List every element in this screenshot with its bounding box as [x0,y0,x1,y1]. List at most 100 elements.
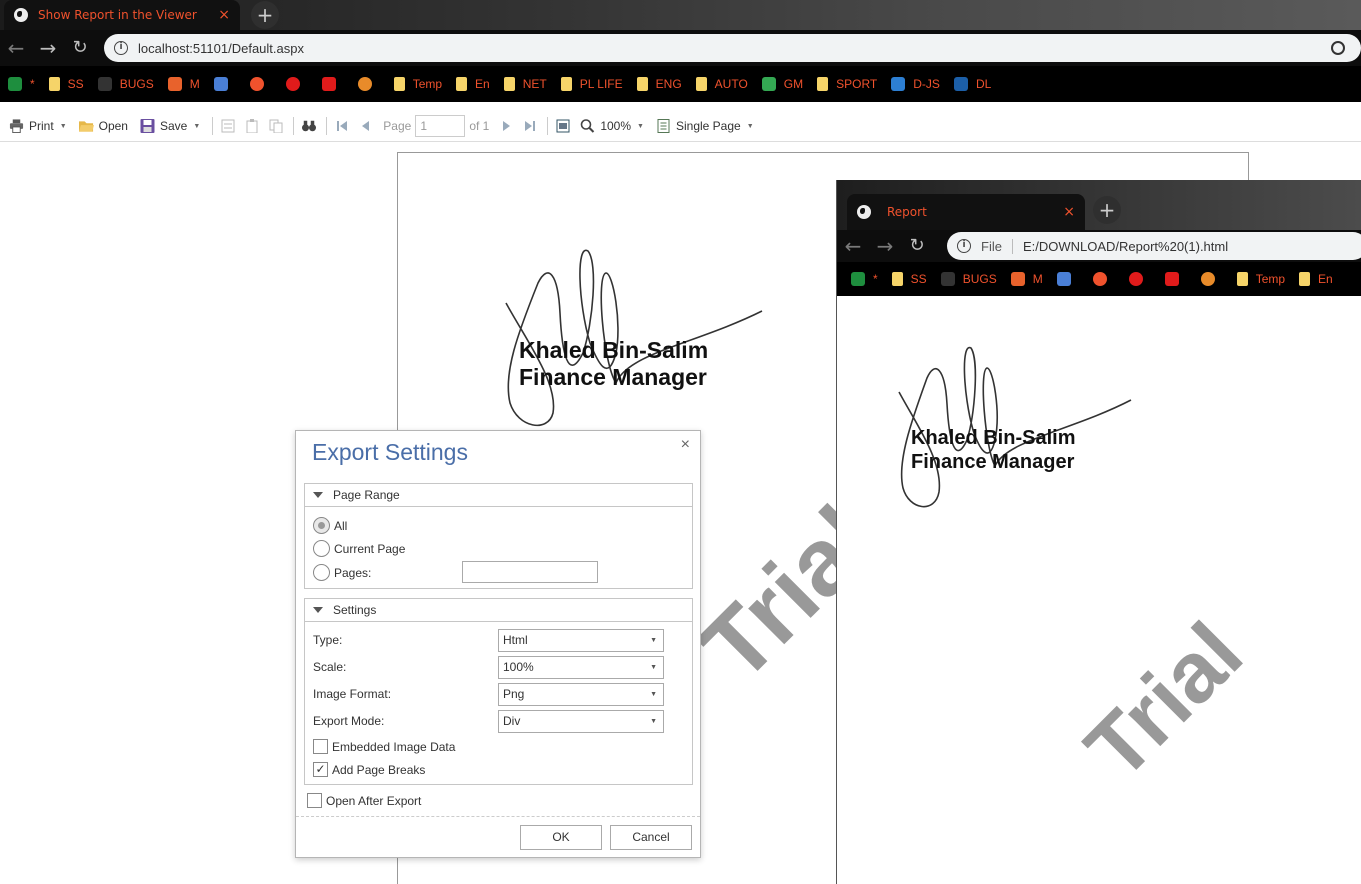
bookmark-item[interactable]: Temp [1236,272,1285,286]
back-arrow-icon[interactable]: ← [837,230,869,262]
tab-close-button[interactable]: × [218,7,230,23]
bookmark-item[interactable]: PL LIFE [560,77,623,91]
radio-button[interactable] [313,540,330,557]
bookmark-item[interactable]: * [851,272,878,286]
image-format-select[interactable]: Png ▼ [498,683,664,706]
zoom-magnifier-icon[interactable] [1331,41,1345,55]
open-after-export-option[interactable]: Open After Export [307,793,421,808]
printer-icon [9,119,24,133]
bookmark-label: BUGS [119,77,154,91]
bookmark-item[interactable] [285,77,308,91]
bookmark-item[interactable]: ENG [636,77,682,91]
copy-pages-icon[interactable] [269,119,283,133]
bookmark-item[interactable]: BUGS [97,77,154,91]
tab-title: Report [887,205,927,219]
bookmark-item[interactable]: GM [761,77,803,91]
bookmark-item[interactable]: M [167,77,200,91]
bookmark-item[interactable] [321,77,344,91]
toolbar-divider [326,117,328,135]
checkbox-label: Open After Export [326,793,422,808]
print-button[interactable]: Print ▼ [9,119,67,133]
bookmark-item[interactable] [249,77,272,91]
embedded-image-data-option[interactable]: Embedded Image Data [313,739,455,754]
radio-button-selected[interactable] [313,517,330,534]
footer-divider [296,816,700,817]
page-range-header[interactable]: Page Range [305,484,692,507]
pages-input[interactable] [462,561,598,583]
first-page-icon[interactable] [335,119,349,133]
parameters-icon[interactable] [221,119,235,133]
back-arrow-icon[interactable]: ← [0,30,32,66]
bookmark-item[interactable]: D-JS [891,77,940,91]
new-tab-button[interactable]: + [1093,196,1121,224]
bookmark-item[interactable] [213,77,236,91]
range-option-current-page[interactable]: Current Page [313,540,405,557]
forward-arrow-icon[interactable]: → [32,30,64,66]
bookmark-item[interactable]: DL [953,77,991,91]
checkbox-label: Add Page Breaks [332,762,426,777]
bookmark-item[interactable]: BUGS [940,272,997,286]
view-mode-dropdown[interactable]: Single Page ▼ [656,119,754,133]
settings-header[interactable]: Settings [305,599,692,622]
tab-close-button[interactable]: × [1063,204,1075,220]
report-role: Finance Manager [519,364,707,390]
bookmark-item[interactable]: NET [503,77,547,91]
info-icon[interactable]: i [957,239,971,253]
full-screen-icon[interactable] [556,119,570,133]
bookmark-item[interactable] [1056,272,1079,286]
address-bar[interactable]: i File E:/DOWNLOAD/Report%20(1).html [947,232,1361,260]
reload-icon[interactable]: ↻ [901,230,933,262]
bookmark-item[interactable] [1092,272,1115,286]
add-page-breaks-option[interactable]: ✓ Add Page Breaks [313,762,425,777]
open-button[interactable]: Open [78,119,128,133]
bookmark-item[interactable]: M [1010,272,1043,286]
bookmark-item[interactable]: * [8,77,35,91]
info-icon[interactable]: i [114,41,128,55]
range-option-pages[interactable]: Pages: [313,564,371,581]
new-tab-button[interactable]: + [251,1,279,29]
bookmark-label: En [1318,272,1333,286]
bookmark-item[interactable]: SS [891,272,927,286]
type-select[interactable]: Html ▼ [498,629,664,652]
close-icon[interactable]: × [681,436,690,454]
previous-page-icon[interactable] [359,119,373,133]
next-page-icon[interactable] [499,119,513,133]
range-option-label: All [334,518,348,533]
tab-report[interactable]: Report × [847,194,1085,230]
bookmark-item[interactable]: AUTO [695,77,748,91]
bookmark-item[interactable]: En [456,77,490,91]
zoom-dropdown[interactable]: 100% ▼ [580,119,644,133]
page-number-input[interactable]: 1 [415,115,466,137]
range-option-all[interactable]: All [313,517,347,534]
folder-icon [891,272,903,286]
image-format-value: Png [503,687,525,701]
bookmark-item[interactable] [1164,272,1187,286]
clipboard-icon[interactable] [245,119,259,133]
bookmark-item[interactable]: En [1299,272,1333,286]
ok-button[interactable]: OK [520,825,602,850]
cancel-button[interactable]: Cancel [610,825,692,850]
save-button[interactable]: Save ▼ [140,119,200,133]
checkbox[interactable] [313,739,328,754]
bookmark-item[interactable] [1128,272,1151,286]
address-bar[interactable]: i localhost:51101/Default.aspx [104,34,1361,62]
orange-ball-icon [357,77,372,91]
forward-arrow-icon[interactable]: → [869,230,901,262]
binoculars-icon[interactable] [302,119,317,133]
bookmark-item[interactable]: SS [48,77,84,91]
bookmark-label: AUTO [714,77,748,91]
radio-button[interactable] [313,564,330,581]
bookmark-item[interactable]: Temp [393,77,442,91]
youtube-music-icon [1128,272,1143,286]
bookmark-item[interactable] [1200,272,1223,286]
tab-show-report[interactable]: Show Report in the Viewer × [4,0,240,30]
bookmark-item[interactable] [357,77,380,91]
export-mode-select[interactable]: Div ▼ [498,710,664,733]
last-page-icon[interactable] [523,119,537,133]
folder-icon [817,77,829,91]
scale-select[interactable]: 100% ▼ [498,656,664,679]
reload-icon[interactable]: ↻ [64,30,96,66]
bookmark-item[interactable]: SPORT [817,77,877,91]
checkbox-checked[interactable]: ✓ [313,762,328,777]
checkbox[interactable] [307,793,322,808]
